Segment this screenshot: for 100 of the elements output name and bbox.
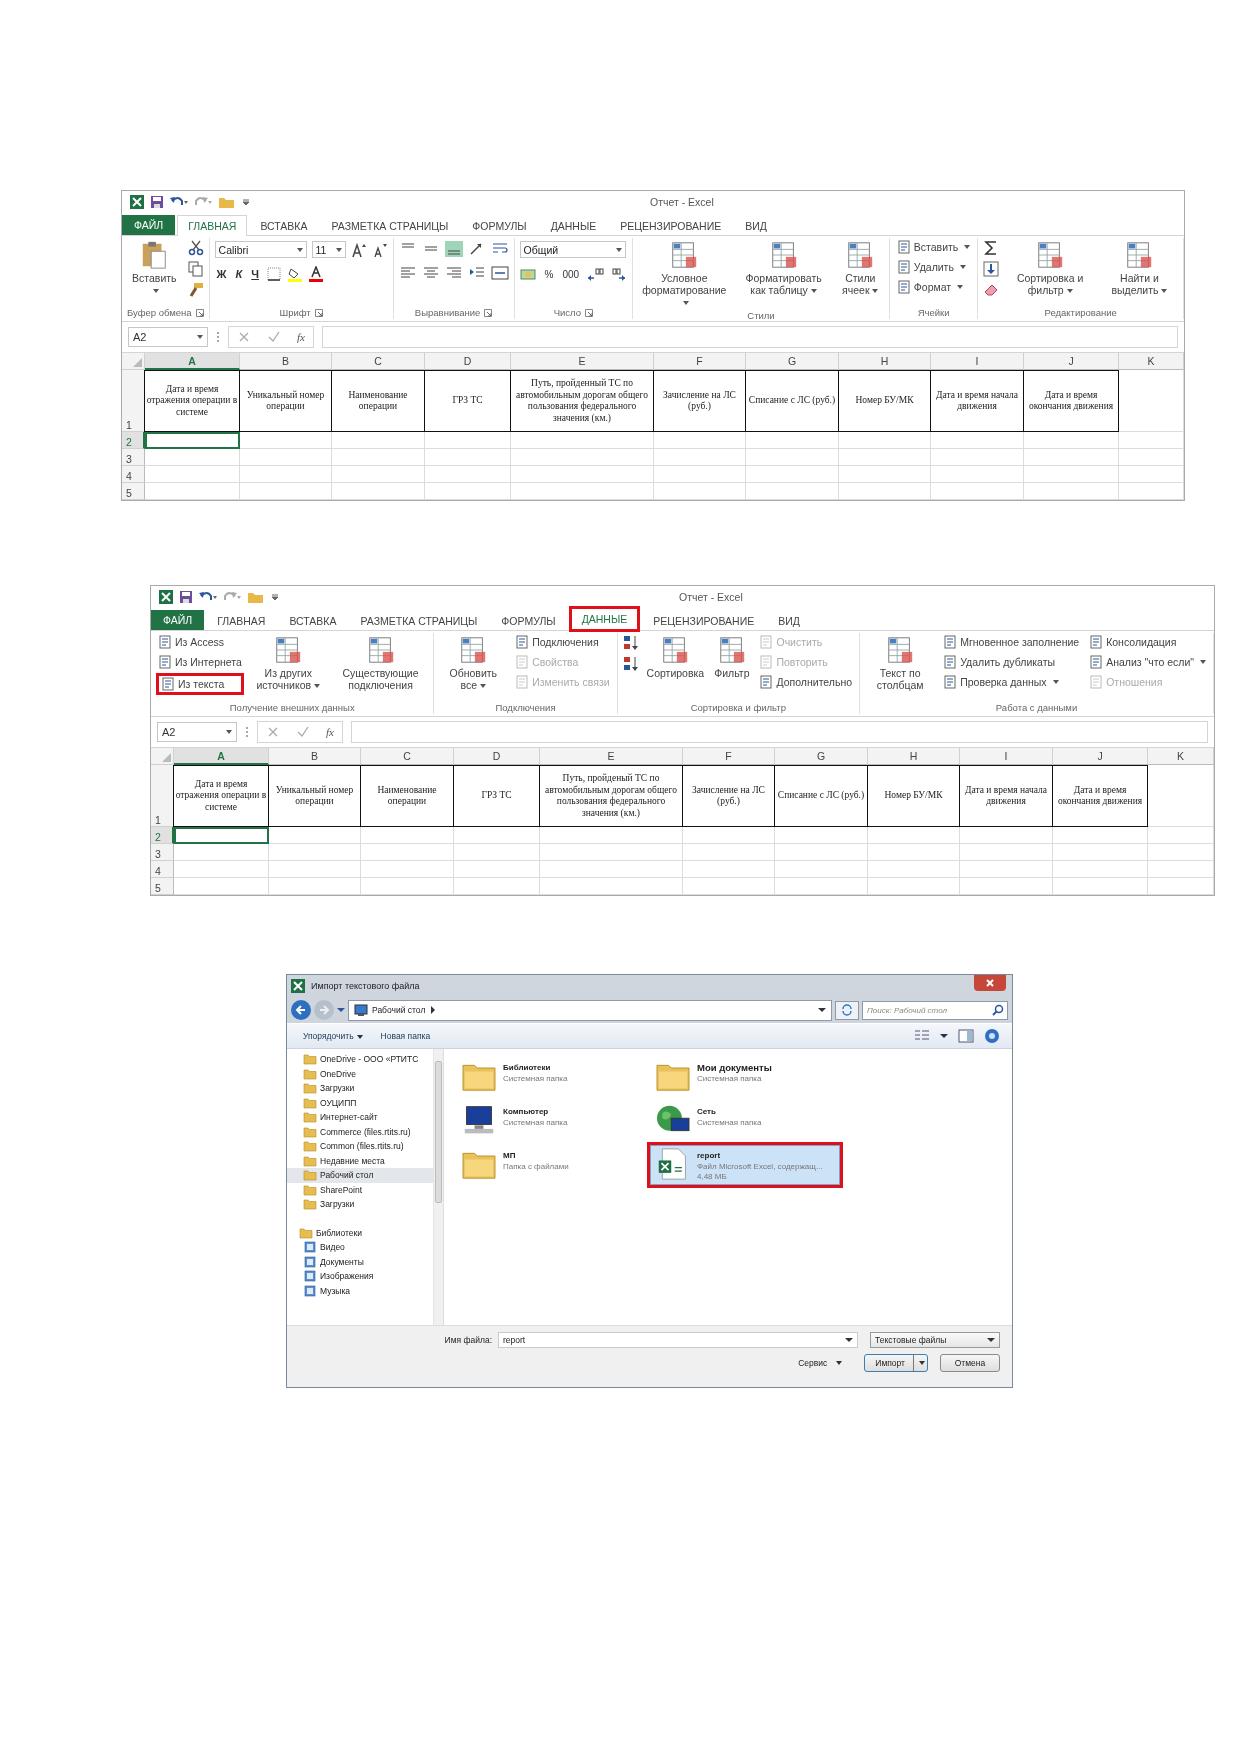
column-header[interactable]: C	[361, 748, 454, 765]
file-tile[interactable]: Мои документы Системная папка	[650, 1057, 840, 1097]
help-icon[interactable]	[984, 1028, 1000, 1044]
nav-item[interactable]: Библиотеки	[287, 1225, 433, 1240]
file-tile[interactable]: Сеть Системная папка	[650, 1101, 840, 1141]
ribbon-button[interactable]: Фильтр	[712, 633, 752, 681]
nav-item[interactable]: Рабочий стол	[287, 1168, 433, 1183]
column-header[interactable]: F	[654, 353, 746, 370]
nav-item[interactable]: OneDrive - ООО «РТИТС	[287, 1052, 433, 1067]
caret-icon[interactable]	[940, 1032, 948, 1040]
row-header[interactable]: 2	[151, 827, 174, 844]
scrollbar[interactable]	[433, 1049, 443, 1325]
column-header[interactable]: A	[145, 353, 240, 370]
ribbon-tab[interactable]: РАЗМЕТКА СТРАНИЦЫ	[349, 610, 489, 630]
launcher-icon[interactable]	[585, 308, 593, 317]
font-size-field[interactable]: 11	[311, 241, 346, 258]
column-header[interactable]: K	[1119, 353, 1184, 370]
launcher-icon[interactable]	[484, 308, 493, 317]
ribbon-tab[interactable]: ГЛАВНАЯ	[206, 610, 277, 630]
formula-field[interactable]	[350, 721, 1208, 743]
insert-function-button[interactable]: fx	[326, 726, 334, 738]
ribbon-tab[interactable]: ФОРМУЛЫ	[490, 610, 567, 630]
nav-item[interactable]: Commerce (files.rtits.ru)	[287, 1124, 433, 1139]
merge-cells-icon[interactable]	[490, 265, 509, 281]
ribbon-button[interactable]: Из других источников	[249, 633, 327, 693]
decrease-decimal-icon[interactable]	[609, 266, 628, 282]
ribbon-button[interactable]: Найти и выделить	[1100, 238, 1178, 298]
column-header[interactable]: D	[454, 748, 540, 765]
ribbon-button[interactable]: Мгновенное заполнение	[941, 633, 1082, 651]
copy-icon[interactable]	[187, 261, 204, 277]
ribbon-tab[interactable]: ВИД	[734, 215, 778, 235]
ribbon-button[interactable]: Дополнительно	[757, 673, 855, 691]
font-style-button[interactable]: Ж	[214, 268, 229, 280]
ribbon-button[interactable]: Из текста	[156, 673, 244, 695]
vertical-align-icon[interactable]	[444, 241, 463, 257]
font-style-button[interactable]: Ч	[249, 268, 261, 280]
row-header[interactable]: 5	[122, 483, 145, 500]
column-header[interactable]: K	[1148, 748, 1214, 765]
grow-font-icon[interactable]	[350, 241, 367, 258]
number-style-button[interactable]: 000	[560, 268, 582, 280]
font-color-icon[interactable]	[308, 266, 324, 282]
search-field[interactable]: Поиск: Рабочий стол	[862, 1000, 1008, 1020]
column-header[interactable]: J	[1053, 748, 1148, 765]
file-tile[interactable]: Библиотеки Системная папка	[456, 1057, 646, 1097]
fill-color-icon[interactable]	[287, 266, 303, 282]
column-header[interactable]: G	[775, 748, 868, 765]
file-tile[interactable]: МП Папка с файлами	[456, 1145, 646, 1185]
ribbon-button[interactable]: Форматировать как таблицу	[736, 238, 831, 298]
horizontal-align-icon[interactable]	[421, 265, 440, 281]
column-header[interactable]: C	[332, 353, 425, 370]
customize-icon[interactable]	[242, 198, 250, 206]
toolbar-button[interactable]: Новая папка	[376, 1029, 435, 1043]
launcher-icon[interactable]	[314, 308, 323, 317]
row-header[interactable]: 4	[122, 466, 145, 483]
ribbon-button[interactable]: Анализ "что если"	[1087, 653, 1208, 671]
app-logo-icon[interactable]	[159, 590, 173, 604]
active-cell[interactable]	[174, 827, 269, 844]
ribbon-button[interactable]: Из Access	[156, 633, 244, 651]
sort-ascending-icon[interactable]	[622, 635, 639, 651]
row-header[interactable]: 5	[151, 878, 174, 895]
close-button[interactable]	[974, 975, 1006, 991]
number-format-field[interactable]: Общий	[519, 241, 626, 258]
file-tile[interactable]: report Файл Microsoft Excel, содержащ... 4,48 МБ	[650, 1145, 840, 1185]
row-header[interactable]: 3	[151, 844, 174, 861]
column-header[interactable]: I	[931, 353, 1024, 370]
formula-field[interactable]	[321, 326, 1178, 348]
column-header[interactable]: F	[683, 748, 775, 765]
caret-icon[interactable]	[337, 1006, 345, 1014]
nav-item[interactable]: Видео	[287, 1240, 433, 1255]
scissors-icon[interactable]	[187, 240, 204, 256]
row-header[interactable]: 1	[122, 370, 145, 432]
ribbon-tab[interactable]: РЕЦЕНЗИРОВАНИЕ	[609, 215, 733, 235]
row-header[interactable]: 2	[122, 432, 145, 449]
nav-item[interactable]: ОУЦИПП	[287, 1095, 433, 1110]
launcher-icon[interactable]	[195, 308, 204, 317]
ribbon-button[interactable]: Удалить дубликаты	[941, 653, 1082, 671]
tools-menu[interactable]: Сервис	[798, 1358, 843, 1368]
number-style-button[interactable]: %	[542, 268, 556, 280]
row-header[interactable]: 1	[151, 765, 174, 827]
preview-pane-icon[interactable]	[958, 1028, 974, 1044]
ribbon-tab[interactable]: ВСТАВКА	[249, 215, 319, 235]
file-name-field[interactable]: report	[498, 1332, 858, 1348]
ribbon-button[interactable]: Из Интернета	[156, 653, 244, 671]
nav-item[interactable]: Загрузки	[287, 1081, 433, 1096]
ribbon-button[interactable]: Вставить	[894, 238, 973, 256]
app-logo-icon[interactable]	[130, 195, 144, 209]
column-header[interactable]: B	[240, 353, 332, 370]
active-cell[interactable]	[145, 432, 240, 449]
column-header[interactable]: B	[269, 748, 361, 765]
ribbon-button[interactable]: Сортировка и фильтр	[1005, 238, 1095, 298]
brush-icon[interactable]	[187, 282, 204, 298]
file-type-dropdown[interactable]: Текстовые файлы	[870, 1332, 1000, 1348]
address-field[interactable]: Рабочий стол	[348, 999, 832, 1021]
font-style-button[interactable]: К	[233, 268, 245, 280]
name-box[interactable]: A2	[128, 327, 208, 347]
ribbon-button[interactable]: Формат	[894, 278, 973, 296]
horizontal-align-icon[interactable]	[398, 265, 417, 281]
nav-item[interactable]: Документы	[287, 1254, 433, 1269]
column-header[interactable]: G	[746, 353, 839, 370]
ribbon-tab[interactable]: ВИД	[767, 610, 811, 630]
